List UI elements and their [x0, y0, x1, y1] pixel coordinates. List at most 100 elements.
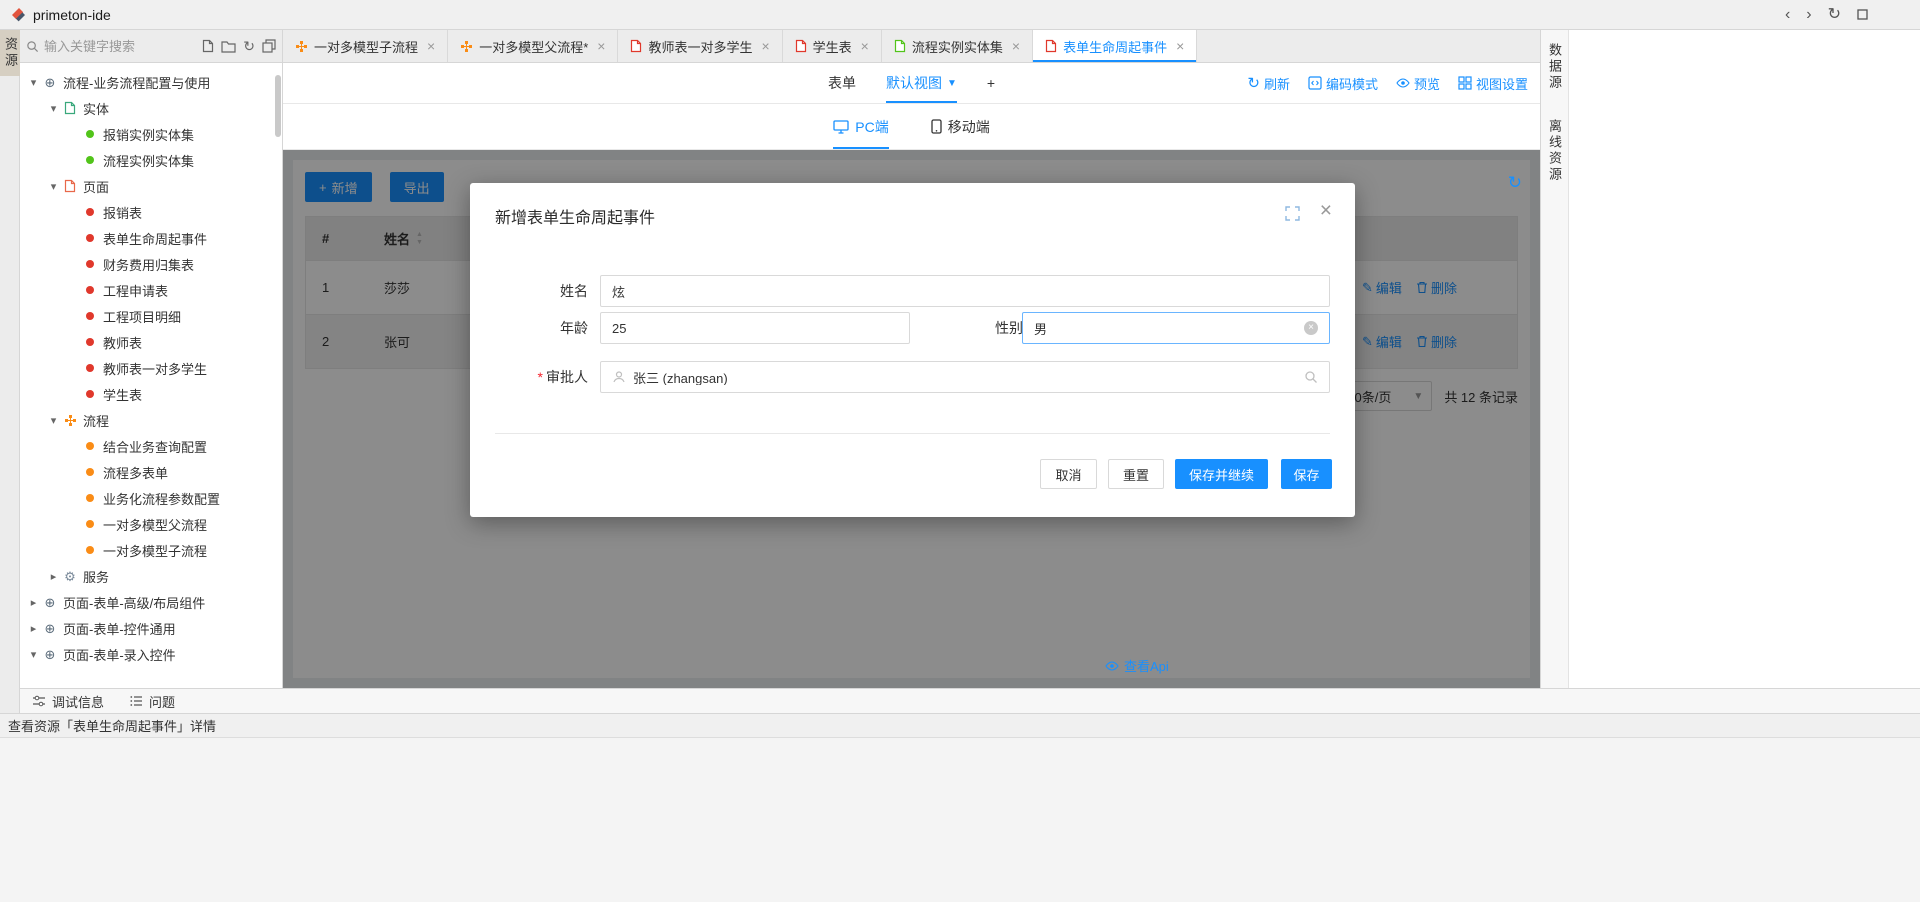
- close-tab-icon[interactable]: ×: [1176, 38, 1184, 54]
- close-tab-icon[interactable]: ×: [427, 38, 435, 54]
- rail-tab-datasource[interactable]: 数据源: [1544, 36, 1565, 98]
- preview-button[interactable]: 预览: [1396, 74, 1440, 93]
- import-resource-icon[interactable]: [202, 39, 214, 53]
- caret-right-icon[interactable]: ▸: [26, 596, 41, 609]
- tree-item[interactable]: 流程多表单: [20, 459, 282, 485]
- close-tab-icon[interactable]: ×: [861, 38, 869, 54]
- editor-tab[interactable]: 学生表 ×: [783, 30, 882, 62]
- tree-item[interactable]: 工程申请表: [20, 277, 282, 303]
- tree-item[interactable]: 财务费用归集表: [20, 251, 282, 277]
- tree-item[interactable]: 学生表: [20, 381, 282, 407]
- tree-item-label: 实体: [83, 99, 109, 118]
- tab-mobile[interactable]: 移动端: [931, 104, 990, 149]
- tree-item[interactable]: 教师表: [20, 329, 282, 355]
- sidebar-scrollbar[interactable]: [275, 75, 281, 137]
- tab-form[interactable]: 表单: [828, 63, 856, 103]
- tree-item[interactable]: 一对多模型子流程: [20, 537, 282, 563]
- tree-item[interactable]: 流程实例实体集: [20, 147, 282, 173]
- caret-right-icon[interactable]: ▸: [46, 570, 61, 583]
- code-mode-icon: [1308, 76, 1322, 90]
- nav-back-icon[interactable]: ‹: [1785, 7, 1790, 23]
- save-and-continue-button[interactable]: 保存并继续: [1175, 459, 1268, 489]
- list-icon: [130, 695, 143, 707]
- view-settings-button[interactable]: 视图设置: [1458, 74, 1528, 93]
- editor-tab[interactable]: 一对多模型父流程*×: [448, 30, 618, 62]
- tab-default-view[interactable]: 默认视图 ▼: [886, 63, 957, 103]
- rail-tab-offline-resources[interactable]: 离线资源: [1544, 112, 1565, 190]
- close-icon[interactable]: ×: [1320, 200, 1332, 221]
- editor-tab[interactable]: 教师表一对多学生×: [618, 30, 782, 62]
- search-input[interactable]: [44, 39, 197, 54]
- refresh-icon[interactable]: ↻: [1828, 7, 1841, 23]
- tree-item[interactable]: ▾流程: [20, 407, 282, 433]
- tab-problems[interactable]: 问题: [130, 692, 175, 711]
- tab-debug-info[interactable]: 调试信息: [32, 692, 104, 711]
- tree-item[interactable]: ▾页面: [20, 173, 282, 199]
- service-icon: ⚙: [61, 570, 79, 583]
- tree-item[interactable]: 报销表: [20, 199, 282, 225]
- caret-down-icon[interactable]: ▾: [26, 648, 41, 661]
- canvas-refresh-icon[interactable]: ↻: [1508, 174, 1522, 191]
- close-tab-icon[interactable]: ×: [1012, 38, 1020, 54]
- editor-tab[interactable]: 表单生命周起事件 ×: [1033, 30, 1197, 62]
- rail-tab-resources[interactable]: 资源: [0, 30, 21, 76]
- phone-icon: [931, 119, 942, 134]
- editor-tab-bar: 一对多模型子流程×一对多模型父流程*×教师表一对多学生×学生表×流程实例实体集×…: [283, 30, 1540, 63]
- save-button[interactable]: 保存: [1281, 459, 1332, 489]
- editor-tab[interactable]: 一对多模型子流程×: [283, 30, 448, 62]
- tree-item[interactable]: ▾⊕流程-业务流程配置与使用: [20, 69, 282, 95]
- tree-item[interactable]: ▸⚙服务: [20, 563, 282, 589]
- tree-item[interactable]: ▾⊕页面-表单-录入控件: [20, 641, 282, 667]
- age-input[interactable]: [612, 321, 898, 336]
- status-text: 查看资源「表单生命周起事件」详情: [8, 716, 216, 735]
- tree-item[interactable]: ▸⊕页面-表单-控件通用: [20, 615, 282, 641]
- right-rail: 数据源 离线资源: [1540, 30, 1568, 713]
- tree-item[interactable]: ▾ 实体: [20, 95, 282, 121]
- search-icon[interactable]: [1304, 370, 1318, 384]
- close-tab-icon[interactable]: ×: [597, 38, 605, 54]
- view-api-label: 查看Api: [1124, 656, 1169, 675]
- view-settings-icon: [1458, 76, 1472, 90]
- sliders-icon: [32, 694, 46, 708]
- caret-down-icon[interactable]: ▾: [26, 76, 41, 89]
- eye-icon: [1105, 659, 1119, 673]
- tree-item[interactable]: ▸⊕页面-表单-高级/布局组件: [20, 589, 282, 615]
- close-tab-icon[interactable]: ×: [761, 38, 769, 54]
- restore-window-icon[interactable]: [1857, 9, 1868, 20]
- tree-item[interactable]: 报销实例实体集: [20, 121, 282, 147]
- cancel-button[interactable]: 取消: [1040, 459, 1097, 489]
- tab-pc[interactable]: PC端: [833, 104, 888, 149]
- tree-item[interactable]: 教师表一对多学生: [20, 355, 282, 381]
- tree-item[interactable]: 表单生命周起事件: [20, 225, 282, 251]
- reset-button[interactable]: 重置: [1108, 459, 1164, 489]
- app-logo-icon: [10, 6, 27, 23]
- refresh-icon[interactable]: ↻: [243, 38, 255, 55]
- caret-down-icon[interactable]: ▾: [46, 414, 61, 427]
- app-title: primeton-ide: [33, 7, 111, 23]
- collapse-all-icon[interactable]: [262, 39, 276, 53]
- approver-input[interactable]: [633, 370, 1297, 385]
- caret-down-icon[interactable]: ▾: [46, 180, 61, 193]
- editor-tab-label: 表单生命周起事件: [1063, 37, 1167, 56]
- entity-icon: [894, 39, 906, 53]
- clear-icon[interactable]: ×: [1304, 321, 1318, 335]
- tree-item[interactable]: 一对多模型父流程: [20, 511, 282, 537]
- editor-tab[interactable]: 流程实例实体集×: [882, 30, 1033, 62]
- code-mode-button[interactable]: 编码模式: [1308, 74, 1378, 93]
- gender-input[interactable]: [1034, 321, 1297, 336]
- new-folder-icon[interactable]: [221, 40, 236, 53]
- fullscreen-icon[interactable]: [1285, 206, 1300, 221]
- add-view-button[interactable]: +: [987, 63, 995, 103]
- tree-item[interactable]: 结合业务查询配置: [20, 433, 282, 459]
- person-icon: [612, 370, 626, 384]
- name-input[interactable]: [612, 284, 1318, 299]
- nav-forward-icon[interactable]: ›: [1806, 7, 1811, 23]
- view-api-link[interactable]: 查看Api: [1105, 656, 1169, 675]
- tree-item[interactable]: 工程项目明细: [20, 303, 282, 329]
- refresh-view-button[interactable]: ↻ 刷新: [1247, 74, 1290, 93]
- tab-pc-label: PC端: [855, 117, 888, 137]
- tree-item[interactable]: 业务化流程参数配置: [20, 485, 282, 511]
- caret-right-icon[interactable]: ▸: [26, 622, 41, 635]
- caret-down-icon[interactable]: ▾: [46, 102, 61, 115]
- editor-tab-label: 学生表: [813, 37, 852, 56]
